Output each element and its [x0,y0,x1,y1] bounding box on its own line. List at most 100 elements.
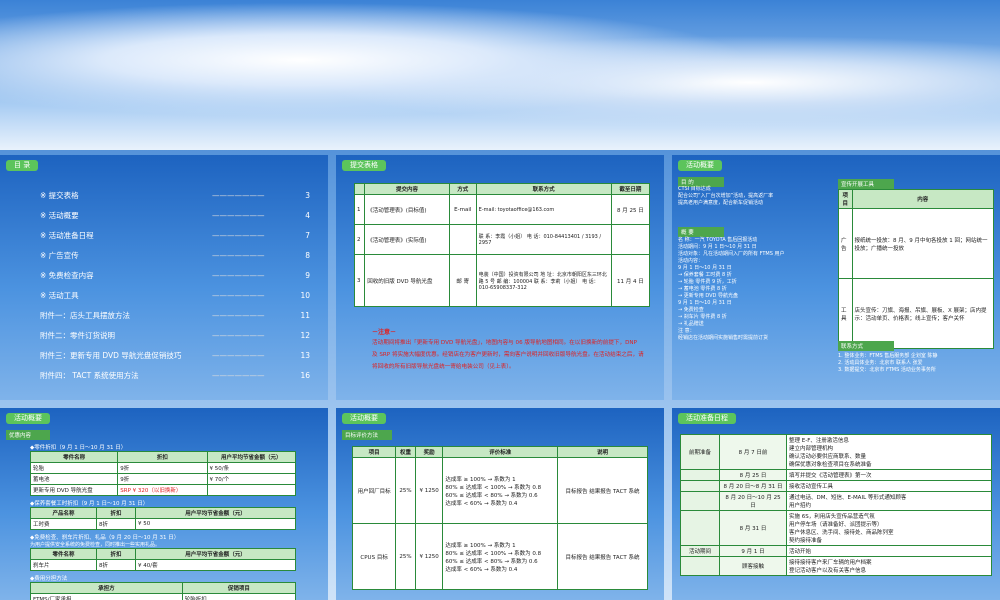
list-line: 2. 活动具体业务：北京市 联系人 张爱 [838,360,923,366]
note-title: －注意－ [372,329,397,336]
slide-submission-table[interactable]: 提交表格 提交内容 方式 联系方式 截至日期 1 《活动管理表》(目标值) E-mail E… [336,155,664,400]
table-row: 前期准备 8 月 7 日前 整理 E-F、注册激活信息 建立内部管理机构 确认活动必要供… [680,434,992,470]
slide-schedule[interactable]: 活动准备日程 前期准备 8 月 7 日前 整理 E-F、注册激活信息 建立内部管理机构… [672,408,1000,600]
list-line: 9 月 1 日～10 月 31 日 [678,300,732,306]
row-number: 2 [353,224,366,255]
row-number: 3 [353,254,366,307]
toc-item[interactable]: 附件一：店头工具摆放方法 ——————— 11 [40,305,310,325]
toc-item[interactable]: 附件二：零件订货说明 ——————— 12 [40,325,310,345]
list-line: → 轮胎 零件费 9 折，工折 [678,279,737,285]
date-cell: 8 月 7 日前 [719,434,787,470]
table-row: 广告 报纸统一投放：8 月、9 月中旬各投放 1 回；网站统一投放；广播统一投放 [838,208,994,279]
cell: ¥ 40/套 [135,559,296,571]
slide-evaluation[interactable]: 活动概要 目标评价方法 项目 权重 奖励 评价标准 说明 用户回厂目标 25% ¥ 1250… [336,408,664,600]
column-header: 用户平均节省金额（元） [206,451,297,463]
toc-dash: ——————— [212,270,265,280]
slide-header: 提交表格 [342,160,386,171]
list-line: 活动对象：凡在活动期间入厂的所有 FTMS 用户 [678,251,785,257]
column-header: 零件名称 [29,451,119,463]
cell: 刹车片 [30,559,97,571]
column-header: 用户平均节省金额（元） [135,507,296,519]
slide-discount-content[interactable]: 活动概要 优惠内容 ◆零件折扣（9 月 1 日～10 月 31 日） 零件名称 折扣… [0,408,328,600]
cell: 轮胎 [29,462,119,474]
item-line: 登记活动客户以及有关客户信息 [789,568,867,574]
slide-toc[interactable]: 目 录 ※ 提交表格 ——————— 3 ※ 活动概要 ——————— 4 ※ 活动准备日程… [0,155,328,400]
toc-item-title: 附件三：更新专用 DVD 导航光盘促销技巧 [40,350,182,360]
cell: 9折 [117,462,208,474]
cell-item: 用户回厂目标 [351,457,397,524]
cell-date: 11 月 4 日 [610,254,651,307]
cell-r: ¥ 1250 [414,457,444,524]
list-line: CTSI 目标达成 [678,186,711,192]
cell-contact: 电装（中国）投资有限公司 地 址：北京市朝阳区东三环北路 5 号 邮 编：100… [475,254,612,307]
table-row: 8 月 20 日～8 月 31 日接收活动宣传工具 [680,480,992,492]
cell-content: 《活动管理表》(实际值) [364,224,450,255]
item-line: 建立内部管理机构 [789,446,834,452]
column-header: 奖励 [414,446,444,458]
toc-item[interactable]: ※ 广告宣传 ——————— 8 [40,245,310,265]
column-header: 评价标准 [442,446,559,458]
table-row: 2 《活动管理表》(实际值) 联 系：李霞（小姐） 电 话：010-84413401… [353,224,651,255]
cell: ¥ 50 [135,518,296,530]
section-title: ◆免费检查、刹车片折扣、礼品（9 月 20 日～10 月 31 日） [30,535,180,541]
date-cell: 9 月 1 日 [719,545,787,557]
table-row: 8 月 25 日填写并提交《活动管理表》第一次 [680,469,992,481]
phase-cell: 前期准备 [680,434,720,470]
toc-item-title: ※ 活动概要 [40,210,79,220]
toc-item[interactable]: ※ 活动工具 ——————— 10 [40,285,310,305]
toc-dash: ——————— [212,310,265,320]
phase-cell [680,469,720,481]
row-number: 1 [353,194,366,225]
list-line: → 礼品赠送 [678,321,704,327]
toc-page-number: 9 [305,270,310,280]
list-line: → 蓄电池 零件费 8 折 [678,286,727,292]
criteria-line: 达成率 ≥ 100% → 系数为 1 [445,542,516,549]
table-row: 更新专用 DVD 导航光盘 SRP ¥ 320（以旧换新） [29,484,297,496]
toc-dash: ——————— [212,230,265,240]
row-key: 广告 [838,208,853,279]
toc-page-number: 13 [300,350,310,360]
criteria-cell: 达成率 ≥ 100% → 系数为 1 80% ≤ 达成率 < 100% → 系数为… [442,457,559,524]
phase-cell [680,510,720,546]
item-line: 通过电话、DM、短信、E-MAIL 等形式通知顾客 [789,495,907,501]
outline-label: 概 要 [678,227,724,237]
slide-header: 活动概要 [6,413,50,424]
item-line: 客户休息区、洗手间、接待处、商品陈列室 [789,530,894,536]
contact-list: 1. 整体业务：FTMS 售后服务部 企划室 陈静 2. 活动具体业务：北京市 联… [838,353,996,374]
toc-item[interactable]: ※ 免费检查内容 ——————— 9 [40,265,310,285]
toc-item[interactable]: 附件四： TACT 系统使用方法 ——————— 16 [40,365,310,385]
discount-tables: ◆零件折扣（9 月 1 日～10 月 31 日） 零件名称 折扣 用户平均节省金额（元… [29,440,297,600]
column-header: 项目 [351,446,397,458]
title-slide-sky-banner [0,0,1000,150]
column-header: 折扣 [95,507,137,519]
table-row: 1 《活动管理表》(目标值) E-mail E-mail: toyotaoffice@… [353,194,651,225]
date-cell: 8 月 25 日 [719,469,787,481]
section-title: ◆零件折扣（9 月 1 日～10 月 31 日） [30,445,127,451]
date-cell: 8 月 20 日～8 月 31 日 [719,480,787,492]
item-line: 接待接待客户来厂车辆的用户档案 [789,560,872,566]
cell: 9折 [117,473,208,485]
cell: 工时费 [30,518,97,530]
toc-item[interactable]: ※ 活动概要 ——————— 4 [40,205,310,225]
list-line: → 保养套餐 工时费 8 折 [678,272,732,278]
cell-w: 25% [395,457,416,524]
toc-item[interactable]: ※ 提交表格 ——————— 3 [40,185,310,205]
toc-item[interactable]: 附件三：更新专用 DVD 导航光盘促销技巧 ——————— 13 [40,345,310,365]
toc-item-title: ※ 免费检查内容 [40,270,94,280]
row-value: 店头宣传：刀旗、海报、吊旗、展板、X 展架；店内提示：活动单页、价格表；线上宣传… [851,278,994,349]
table-row: FTMS/厂家承担 轮胎折扣 [30,593,297,600]
toc-item-title: 附件二：零件订货说明 [40,330,115,340]
slide-header: 活动概要 [342,413,386,424]
cell-w: 25% [395,523,416,590]
toc-item-title: 附件一：店头工具摆放方法 [40,310,130,320]
toc-item[interactable]: ※ 活动准备日程 ——————— 7 [40,225,310,245]
table-row: 刹车片 8折 ¥ 40/套 [30,559,296,571]
list-line: 9 月 1 日～10 月 31 日 [678,265,732,271]
table-row: CPUS 目标 25% ¥ 1250 达成率 ≥ 100% → 系数为 1 80% ≤ … [351,523,648,590]
list-line: 3. 数据提交：北京市 FTMS 活动业务事务所 [838,367,936,373]
criteria-line: 60% ≤ 达成率 < 80% → 系数为 0.6 [445,558,538,565]
discount-table: 零件名称 折扣 用户平均节省金额（元） 轮胎 9折 ¥ 50/条 蓄电池 9折 ¥ 70/个 更新… [29,451,297,496]
slide-activity-overview[interactable]: 活动概要 目 的 CTSI 目标达成 配合公司“入厂台次增加”活动，提高返厂率 提高… [672,155,1000,400]
toc-page-number: 10 [300,290,310,300]
cell-item: CPUS 目标 [351,523,397,590]
